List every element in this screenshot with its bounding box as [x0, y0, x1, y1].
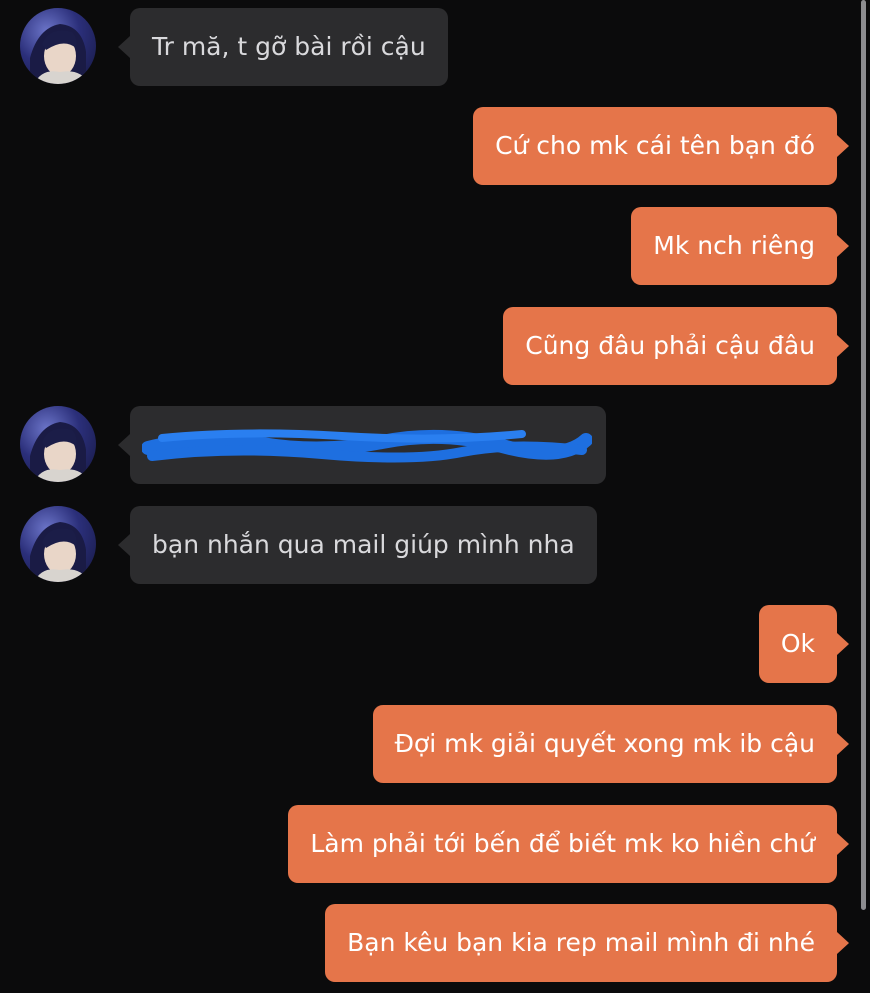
message-row-incoming: Tr mă, t gỡ bài rồi cậu: [0, 8, 870, 88]
scrollbar[interactable]: [861, 0, 866, 910]
redaction-scribble: [142, 429, 592, 463]
outgoing-message-bubble[interactable]: Cứ cho mk cái tên bạn đó: [473, 107, 849, 185]
outgoing-message-bubble[interactable]: Đợi mk giải quyết xong mk ib cậu: [372, 705, 850, 783]
incoming-message-bubble[interactable]: bạn nhắn qua mail giúp mình nha: [118, 506, 597, 584]
message-row-outgoing: Mk nch riêng: [0, 207, 870, 287]
outgoing-message-bubble[interactable]: Ok: [758, 605, 850, 683]
outgoing-message-bubble[interactable]: Làm phải tới bến để biết mk ko hiền chứ: [288, 805, 849, 883]
incoming-message-bubble[interactable]: Tr mă, t gỡ bài rồi cậu: [118, 8, 448, 86]
message-row-incoming: bạn nhắn qua mail giúp mình nha: [0, 506, 870, 586]
outgoing-message-bubble[interactable]: Mk nch riêng: [631, 207, 849, 285]
message-row-outgoing: Cứ cho mk cái tên bạn đó: [0, 107, 870, 187]
message-row-outgoing: Làm phải tới bến để biết mk ko hiền chứ: [0, 805, 870, 885]
message-row-outgoing: Ok: [0, 605, 870, 685]
message-row-outgoing: Cũng đâu phải cậu đâu: [0, 307, 870, 387]
contact-avatar[interactable]: [20, 406, 96, 482]
outgoing-message-bubble[interactable]: Bạn kêu bạn kia rep mail mình đi nhé: [325, 904, 849, 982]
outgoing-message-bubble[interactable]: Cũng đâu phải cậu đâu: [503, 307, 849, 385]
contact-avatar[interactable]: [20, 506, 96, 582]
chat-thread: Tr mă, t gỡ bài rồi cậu Cứ cho mk cái tê…: [0, 0, 870, 993]
contact-avatar[interactable]: [20, 8, 96, 84]
redacted-email-bubble[interactable]: [118, 406, 606, 484]
message-row-outgoing: Bạn kêu bạn kia rep mail mình đi nhé: [0, 904, 870, 984]
message-row-incoming: [0, 406, 870, 486]
message-row-outgoing: Đợi mk giải quyết xong mk ib cậu: [0, 705, 870, 785]
